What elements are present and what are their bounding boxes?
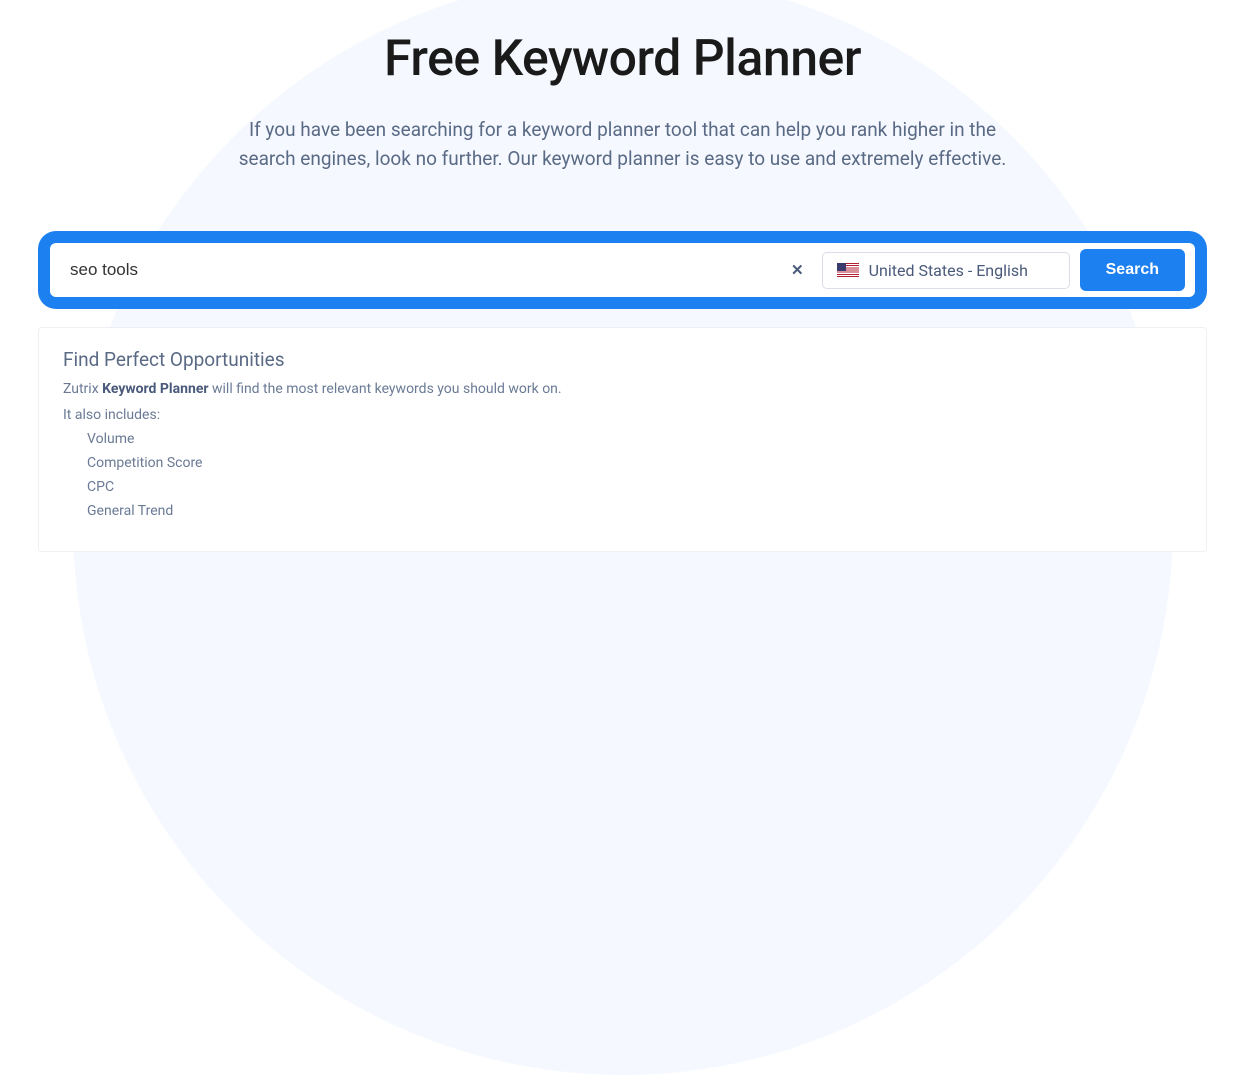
list-item: Volume [87,431,1182,447]
keyword-input[interactable] [70,250,773,290]
locale-selector[interactable]: United States - English [822,252,1070,289]
list-item: Competition Score [87,455,1182,471]
includes-list: Volume Competition Score CPC General Tre… [63,431,1182,519]
clear-icon[interactable]: ✕ [783,257,812,283]
search-button[interactable]: Search [1080,249,1185,291]
brand-prefix: Zutrix [63,381,102,397]
info-heading: Find Perfect Opportunities [63,348,1182,371]
flag-us-icon [837,263,859,277]
page-subtitle: If you have been searching for a keyword… [228,116,1018,173]
brand-suffix: will find the most relevant keywords you… [209,381,562,397]
list-item: CPC [87,479,1182,495]
search-container: ✕ United States - English Search [38,231,1207,309]
info-panel: Find Perfect Opportunities Zutrix Keywor… [38,327,1207,552]
search-bar: ✕ United States - English Search [50,243,1195,297]
includes-label: It also includes: [63,407,1182,423]
brand-name: Keyword Planner [102,381,208,397]
list-item: General Trend [87,503,1182,519]
locale-label: United States - English [869,261,1028,280]
page-title: Free Keyword Planner [0,30,1245,88]
info-description: Zutrix Keyword Planner will find the mos… [63,381,1182,397]
